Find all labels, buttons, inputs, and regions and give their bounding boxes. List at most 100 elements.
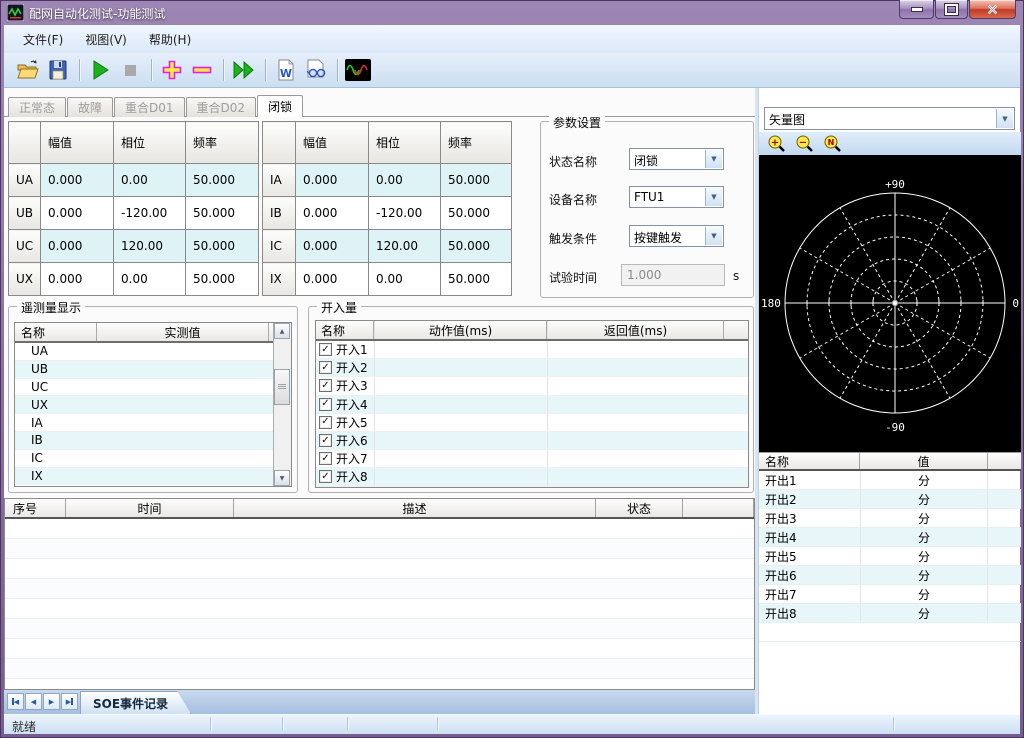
run-test-button[interactable] [86, 57, 114, 83]
value-cell[interactable]: 50.000 [186, 164, 259, 197]
maximize-button[interactable] [935, 0, 968, 19]
checkbox-checked-icon[interactable]: ✓ [319, 416, 332, 429]
menu-item-2[interactable]: 帮助(H) [138, 27, 202, 52]
value-cell[interactable]: 0.000 [41, 164, 114, 197]
state-tab-2[interactable]: 重合D01 [114, 97, 185, 117]
value-cell[interactable]: 50.000 [186, 197, 259, 230]
digital-output-row[interactable]: 开出7分 [759, 585, 1021, 604]
telemetry-row[interactable]: IX [15, 468, 274, 486]
telemetry-row[interactable]: UA [15, 343, 274, 361]
value-cell[interactable]: 0.000 [296, 164, 369, 197]
value-cell[interactable]: 50.000 [441, 263, 512, 296]
digital-input-row[interactable]: ✓开入4 [316, 396, 748, 414]
value-cell[interactable]: 120.00 [369, 230, 441, 263]
telemetry-row[interactable]: UX [15, 396, 274, 414]
chevron-down-icon[interactable]: ▼ [705, 227, 722, 245]
digital-output-row[interactable]: 开出4分 [759, 528, 1021, 547]
digital-output-row[interactable]: 开出3分 [759, 509, 1021, 528]
soe-record-tab[interactable]: SOE事件记录 [80, 691, 191, 714]
value-cell[interactable]: 0.000 [296, 197, 369, 230]
value-cell[interactable]: 50.000 [186, 263, 259, 296]
digital-input-row[interactable]: ✓开入1 [316, 341, 748, 359]
add-state-button[interactable] [158, 57, 186, 83]
last-page-button[interactable]: ▶ [61, 693, 78, 710]
save-floppy-icon [46, 58, 70, 82]
digital-input-row[interactable]: ✓开入8 [316, 468, 748, 486]
scrollbar-thumb[interactable] [274, 369, 290, 405]
value-cell[interactable]: 50.000 [441, 197, 512, 230]
view-selector[interactable]: 矢量图 ▼ [764, 107, 1015, 130]
open-file-button[interactable] [14, 57, 42, 83]
stop-test-button[interactable] [116, 57, 144, 83]
digital-output-row[interactable]: 开出8分 [759, 604, 1021, 623]
word-report-button[interactable]: W [272, 57, 300, 83]
telemetry-row[interactable]: IA [15, 414, 274, 432]
value-cell[interactable]: -120.00 [369, 197, 441, 230]
corner-cell [9, 122, 41, 164]
first-page-button[interactable]: ◀ [7, 693, 24, 710]
minimize-button[interactable] [899, 0, 934, 19]
digital-output-row[interactable]: 开出6分 [759, 566, 1021, 585]
state-tab-1[interactable]: 故障 [67, 97, 113, 117]
trigger-condition-select[interactable]: 按键触发 ▼ [629, 225, 724, 247]
scroll-down-button[interactable]: ▼ [274, 470, 290, 486]
digital-output-row[interactable]: 开出1分 [759, 471, 1021, 490]
run-all-button[interactable] [230, 57, 258, 83]
checkbox-checked-icon[interactable]: ✓ [319, 361, 332, 374]
checkbox-checked-icon[interactable]: ✓ [319, 398, 332, 411]
value-cell[interactable]: 0.000 [296, 263, 369, 296]
chevron-down-icon[interactable]: ▼ [705, 188, 722, 206]
next-page-button[interactable]: ▶ [43, 693, 60, 710]
digital-input-row[interactable]: ✓开入2 [316, 359, 748, 377]
device-name-select[interactable]: FTU1 ▼ [629, 186, 724, 208]
telemetry-scrollbar[interactable]: ▲ ▼ [273, 323, 291, 486]
save-file-button[interactable] [44, 57, 72, 83]
telemetry-row[interactable]: IB [15, 432, 274, 450]
value-cell[interactable]: 0.000 [41, 197, 114, 230]
value-cell[interactable]: 0.00 [369, 263, 441, 296]
value-cell[interactable]: 50.000 [441, 164, 512, 197]
value-cell[interactable]: 50.000 [186, 230, 259, 263]
menu-item-1[interactable]: 视图(V) [74, 27, 138, 52]
close-button[interactable] [969, 0, 1016, 19]
digital-input-row[interactable]: ✓开入7 [316, 450, 748, 468]
value-cell[interactable]: 0.00 [114, 164, 186, 197]
checkbox-checked-icon[interactable]: ✓ [319, 452, 332, 465]
chevron-down-icon[interactable]: ▼ [996, 109, 1013, 128]
report-preview-button[interactable] [302, 57, 330, 83]
remove-state-button[interactable] [188, 57, 216, 83]
state-tab-3[interactable]: 重合D02 [186, 97, 257, 117]
checkbox-checked-icon[interactable]: ✓ [319, 379, 332, 392]
chevron-down-icon[interactable]: ▼ [705, 150, 722, 168]
digital-input-row[interactable]: ✓开入3 [316, 377, 748, 395]
telemetry-row[interactable]: IC [15, 450, 274, 468]
zoom-in-button[interactable]: + [765, 134, 789, 154]
state-tab-0[interactable]: 正常态 [8, 97, 66, 117]
scroll-up-button[interactable]: ▲ [274, 323, 290, 339]
zoom-out-button[interactable]: − [793, 134, 817, 154]
digital-output-row[interactable]: 开出5分 [759, 547, 1021, 566]
checkbox-checked-icon[interactable]: ✓ [319, 434, 332, 447]
value-cell[interactable]: -120.00 [114, 197, 186, 230]
telemetry-row[interactable]: UC [15, 379, 274, 397]
value-cell[interactable]: 0.00 [114, 263, 186, 296]
value-cell[interactable]: 0.00 [369, 164, 441, 197]
value-cell[interactable]: 0.000 [296, 230, 369, 263]
digital-input-row[interactable]: ✓开入5 [316, 414, 748, 432]
value-cell[interactable]: 50.000 [441, 230, 512, 263]
test-time-input[interactable]: 1.000 [621, 264, 725, 286]
checkbox-checked-icon[interactable]: ✓ [319, 470, 332, 483]
prev-page-button[interactable]: ◀ [25, 693, 42, 710]
state-tab-4[interactable]: 闭锁 [257, 95, 303, 117]
value-cell[interactable]: 120.00 [114, 230, 186, 263]
digital-input-row[interactable]: ✓开入6 [316, 432, 748, 450]
zoom-normal-button[interactable]: N [821, 134, 845, 154]
digital-output-row[interactable]: 开出2分 [759, 490, 1021, 509]
checkbox-checked-icon[interactable]: ✓ [319, 343, 332, 356]
value-cell[interactable]: 0.000 [41, 263, 114, 296]
value-cell[interactable]: 0.000 [41, 230, 114, 263]
telemetry-row[interactable]: UB [15, 361, 274, 379]
state-name-select[interactable]: 闭锁 ▼ [629, 148, 724, 170]
waveform-view-button[interactable] [344, 57, 372, 83]
menu-item-0[interactable]: 文件(F) [12, 27, 74, 52]
